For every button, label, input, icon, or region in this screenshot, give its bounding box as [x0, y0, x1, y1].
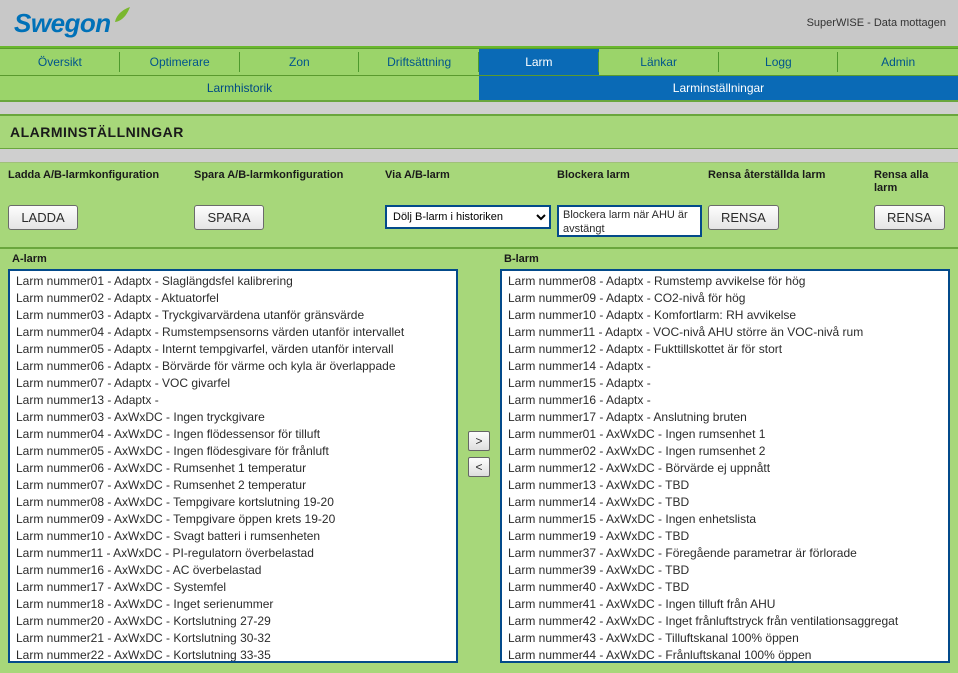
- list-item[interactable]: Larm nummer18 - AxWxDC - Inget serienumm…: [12, 596, 454, 613]
- list-item[interactable]: Larm nummer11 - Adaptx - VOC-nivå AHU st…: [504, 324, 946, 341]
- b-alarm-title: B-larm: [504, 253, 950, 265]
- list-item[interactable]: Larm nummer11 - AxWxDC - PI-regulatorn ö…: [12, 545, 454, 562]
- group-block: Blockera larm Blockera larm när AHU är a…: [557, 169, 702, 237]
- clear-all-button[interactable]: RENSA: [874, 205, 945, 230]
- list-item[interactable]: Larm nummer09 - AxWxDC - Tempgivare öppe…: [12, 511, 454, 528]
- move-left-button[interactable]: <: [468, 457, 490, 477]
- list-item[interactable]: Larm nummer08 - AxWxDC - Tempgivare kort…: [12, 494, 454, 511]
- list-item[interactable]: Larm nummer04 - Adaptx - Rumstempsensorn…: [12, 324, 454, 341]
- list-item[interactable]: Larm nummer06 - AxWxDC - Rumsenhet 1 tem…: [12, 460, 454, 477]
- list-item[interactable]: Larm nummer07 - Adaptx - VOC givarfel: [12, 375, 454, 392]
- a-alarm-title: A-larm: [12, 253, 458, 265]
- list-item[interactable]: Larm nummer42 - AxWxDC - Inget frånlufts…: [504, 613, 946, 630]
- status-text: SuperWISE - Data mottagen: [807, 17, 946, 29]
- block-label: Blockera larm: [557, 169, 702, 195]
- list-item[interactable]: Larm nummer41 - AxWxDC - Ingen tilluft f…: [504, 596, 946, 613]
- list-item[interactable]: Larm nummer19 - AxWxDC - TBD: [504, 528, 946, 545]
- list-item[interactable]: Larm nummer03 - Adaptx - Tryckgivarvärde…: [12, 307, 454, 324]
- list-item[interactable]: Larm nummer04 - AxWxDC - Ingen flödessen…: [12, 426, 454, 443]
- nav-item-logg[interactable]: Logg: [719, 49, 839, 75]
- list-item[interactable]: Larm nummer09 - Adaptx - CO2-nivå för hö…: [504, 290, 946, 307]
- clear-restored-label: Rensa återställda larm: [708, 169, 868, 195]
- list-item[interactable]: Larm nummer21 - AxWxDC - Kortslutning 30…: [12, 630, 454, 647]
- nav-item-länkar[interactable]: Länkar: [599, 49, 719, 75]
- list-item[interactable]: Larm nummer02 - AxWxDC - Ingen rumsenhet…: [504, 443, 946, 460]
- subnav-item-larminställningar[interactable]: Larminställningar: [479, 76, 958, 100]
- list-item[interactable]: Larm nummer10 - AxWxDC - Svagt batteri i…: [12, 528, 454, 545]
- list-item[interactable]: Larm nummer06 - Adaptx - Börvärde för vä…: [12, 358, 454, 375]
- subnav-item-larmhistorik[interactable]: Larmhistorik: [0, 76, 479, 100]
- via-select[interactable]: Dölj B-larm i historiken: [385, 205, 551, 229]
- page-title: ALARMINSTÄLLNINGAR: [0, 116, 958, 149]
- list-item[interactable]: Larm nummer16 - AxWxDC - AC överbelastad: [12, 562, 454, 579]
- list-item[interactable]: Larm nummer44 - AxWxDC - Frånluftskanal …: [504, 647, 946, 663]
- list-item[interactable]: Larm nummer14 - Adaptx -: [504, 358, 946, 375]
- b-alarm-list[interactable]: Larm nummer08 - Adaptx - Rumstemp avvike…: [500, 269, 950, 663]
- list-item[interactable]: Larm nummer43 - AxWxDC - Tilluftskanal 1…: [504, 630, 946, 647]
- divider: [0, 102, 958, 116]
- a-alarm-list[interactable]: Larm nummer01 - Adaptx - Slaglängdsfel k…: [8, 269, 458, 663]
- nav-item-driftsättning[interactable]: Driftsättning: [359, 49, 479, 75]
- sub-nav: LarmhistorikLarminställningar: [0, 76, 958, 102]
- list-item[interactable]: Larm nummer14 - AxWxDC - TBD: [504, 494, 946, 511]
- list-item[interactable]: Larm nummer03 - AxWxDC - Ingen tryckgiva…: [12, 409, 454, 426]
- group-via: Via A/B-larm Dölj B-larm i historiken: [385, 169, 551, 237]
- nav-item-admin[interactable]: Admin: [838, 49, 958, 75]
- list-item[interactable]: Larm nummer10 - Adaptx - Komfortlarm: RH…: [504, 307, 946, 324]
- list-item[interactable]: Larm nummer01 - Adaptx - Slaglängdsfel k…: [12, 273, 454, 290]
- load-label: Ladda A/B-larmkonfiguration: [8, 169, 188, 195]
- list-item[interactable]: Larm nummer16 - Adaptx -: [504, 392, 946, 409]
- list-item[interactable]: Larm nummer15 - Adaptx -: [504, 375, 946, 392]
- list-item[interactable]: Larm nummer15 - AxWxDC - Ingen enhetslis…: [504, 511, 946, 528]
- via-label: Via A/B-larm: [385, 169, 551, 195]
- list-item[interactable]: Larm nummer05 - Adaptx - Internt tempgiv…: [12, 341, 454, 358]
- load-button[interactable]: LADDA: [8, 205, 78, 230]
- list-item[interactable]: Larm nummer07 - AxWxDC - Rumsenhet 2 tem…: [12, 477, 454, 494]
- move-right-button[interactable]: >: [468, 431, 490, 451]
- brand-text: Swegon: [14, 8, 111, 39]
- main-nav: ÖversiktOptimerareZonDriftsättningLarmLä…: [0, 48, 958, 76]
- list-item[interactable]: Larm nummer02 - Adaptx - Aktuatorfel: [12, 290, 454, 307]
- nav-item-översikt[interactable]: Översikt: [0, 49, 120, 75]
- group-clear-restored: Rensa återställda larm RENSA: [708, 169, 868, 237]
- brand-logo: Swegon: [14, 8, 131, 39]
- list-item[interactable]: Larm nummer17 - Adaptx - Anslutning brut…: [504, 409, 946, 426]
- save-button[interactable]: SPARA: [194, 205, 264, 230]
- a-alarm-panel: A-larm Larm nummer01 - Adaptx - Slagläng…: [8, 251, 458, 663]
- nav-item-zon[interactable]: Zon: [240, 49, 360, 75]
- list-item[interactable]: Larm nummer05 - AxWxDC - Ingen flödesgiv…: [12, 443, 454, 460]
- leaf-icon: [113, 6, 131, 24]
- list-item[interactable]: Larm nummer20 - AxWxDC - Kortslutning 27…: [12, 613, 454, 630]
- list-item[interactable]: Larm nummer12 - Adaptx - Fukttillskottet…: [504, 341, 946, 358]
- list-item[interactable]: Larm nummer22 - AxWxDC - Kortslutning 33…: [12, 647, 454, 663]
- move-column: > <: [464, 251, 494, 477]
- b-alarm-panel: B-larm Larm nummer08 - Adaptx - Rumstemp…: [500, 251, 950, 663]
- lists-row: A-larm Larm nummer01 - Adaptx - Slagläng…: [0, 249, 958, 673]
- group-load: Ladda A/B-larmkonfiguration LADDA: [8, 169, 188, 237]
- list-item[interactable]: Larm nummer39 - AxWxDC - TBD: [504, 562, 946, 579]
- nav-item-larm[interactable]: Larm: [479, 49, 599, 75]
- divider: [0, 149, 958, 163]
- top-bar: Swegon SuperWISE - Data mottagen: [0, 0, 958, 48]
- clear-restored-button[interactable]: RENSA: [708, 205, 779, 230]
- list-item[interactable]: Larm nummer13 - AxWxDC - TBD: [504, 477, 946, 494]
- list-item[interactable]: Larm nummer08 - Adaptx - Rumstemp avvike…: [504, 273, 946, 290]
- block-option[interactable]: Blockera larm när AHU är avstängt: [557, 205, 702, 237]
- list-item[interactable]: Larm nummer17 - AxWxDC - Systemfel: [12, 579, 454, 596]
- group-save: Spara A/B-larmkonfiguration SPARA: [194, 169, 379, 237]
- list-item[interactable]: Larm nummer37 - AxWxDC - Föregående para…: [504, 545, 946, 562]
- nav-item-optimerare[interactable]: Optimerare: [120, 49, 240, 75]
- list-item[interactable]: Larm nummer12 - AxWxDC - Börvärde ej upp…: [504, 460, 946, 477]
- group-clear-all: Rensa alla larm RENSA: [874, 169, 950, 237]
- list-item[interactable]: Larm nummer40 - AxWxDC - TBD: [504, 579, 946, 596]
- save-label: Spara A/B-larmkonfiguration: [194, 169, 379, 195]
- list-item[interactable]: Larm nummer13 - Adaptx -: [12, 392, 454, 409]
- clear-all-label: Rensa alla larm: [874, 169, 950, 195]
- list-item[interactable]: Larm nummer01 - AxWxDC - Ingen rumsenhet…: [504, 426, 946, 443]
- controls-bar: Ladda A/B-larmkonfiguration LADDA Spara …: [0, 163, 958, 249]
